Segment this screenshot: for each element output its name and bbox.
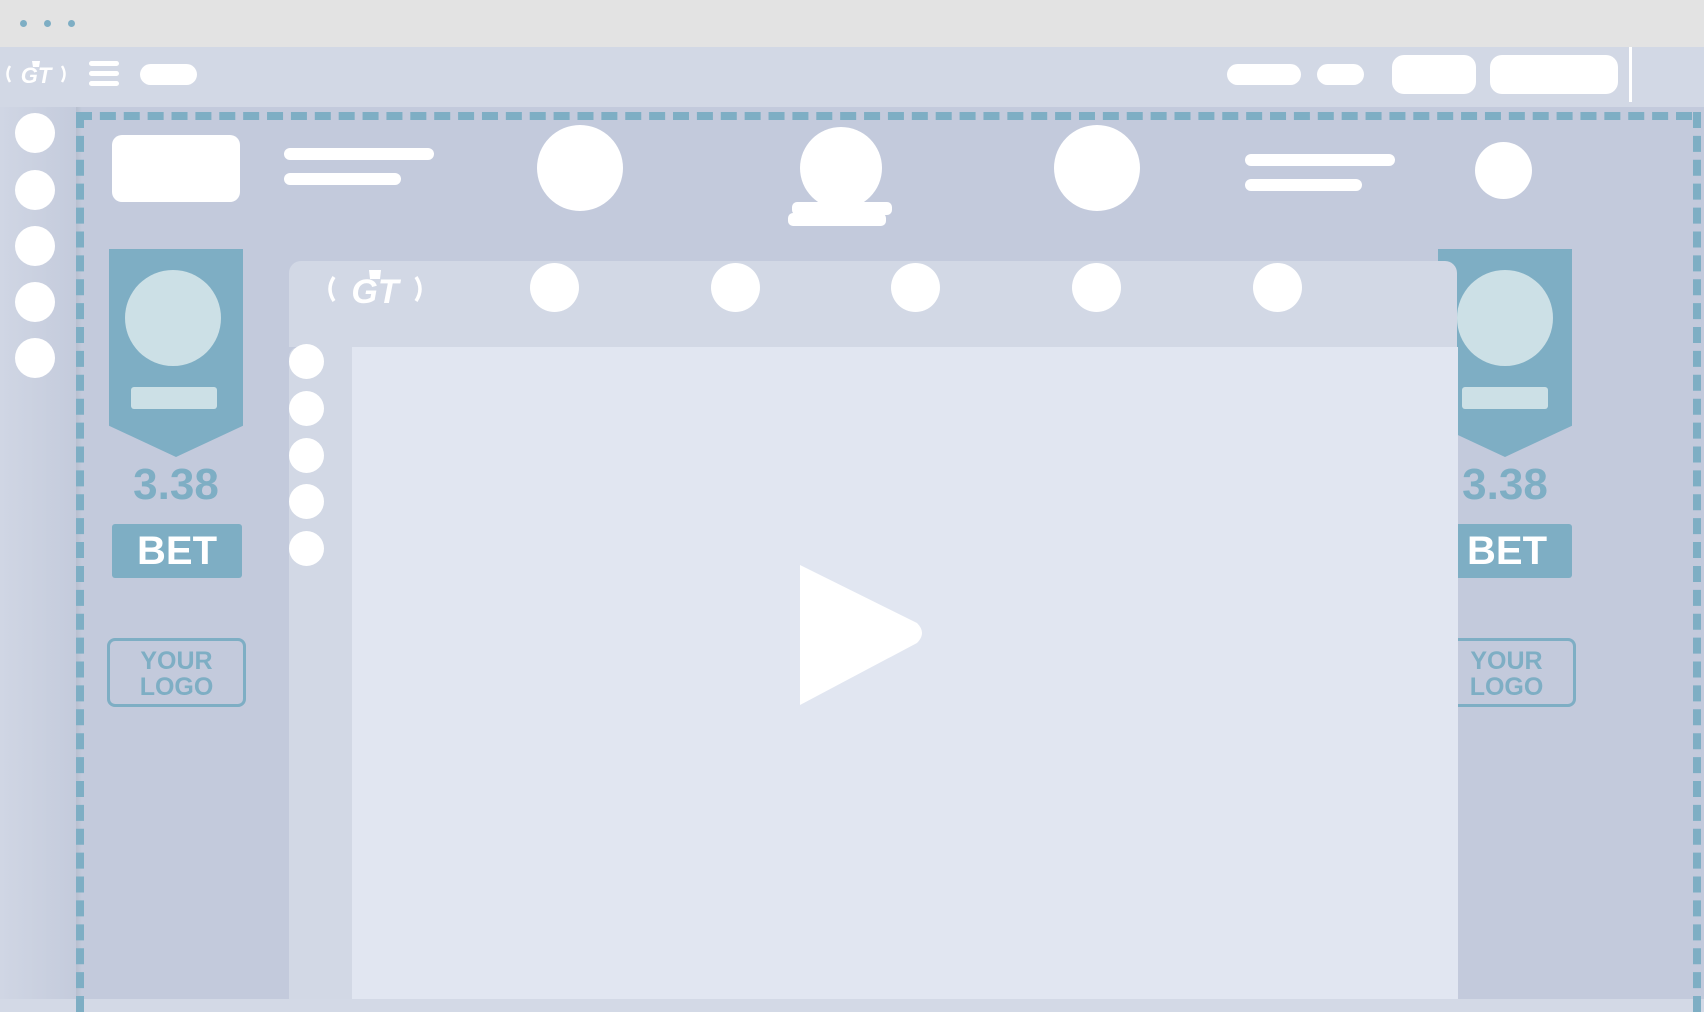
trophy-icon bbox=[788, 127, 892, 227]
stream-tab-2[interactable] bbox=[711, 263, 760, 312]
left-bet-button[interactable]: BET bbox=[112, 524, 242, 578]
stream-tool-1[interactable] bbox=[289, 344, 324, 379]
left-team-label-bar bbox=[131, 387, 217, 409]
sidebar-icon-3[interactable] bbox=[15, 226, 55, 266]
stream-tool-5[interactable] bbox=[289, 531, 324, 566]
nav-link-placeholder-1[interactable] bbox=[1227, 64, 1301, 85]
right-sponsor-logo-line2: LOGO bbox=[1469, 673, 1544, 701]
window-dot-close[interactable] bbox=[20, 20, 27, 27]
team-name-line-4 bbox=[1245, 179, 1362, 191]
team-name-line-1 bbox=[284, 148, 434, 160]
left-team-avatar bbox=[125, 270, 221, 366]
stream-tool-3[interactable] bbox=[289, 438, 324, 473]
stream-tool-2[interactable] bbox=[289, 391, 324, 426]
settings-circle-button[interactable] bbox=[1475, 142, 1532, 199]
left-sponsor-logo[interactable]: YOUR LOGO bbox=[107, 638, 246, 707]
nav-pill-button[interactable] bbox=[140, 64, 197, 85]
window-dot-maximize[interactable] bbox=[68, 20, 75, 27]
stream-tab-1[interactable] bbox=[530, 263, 579, 312]
window-dot-minimize[interactable] bbox=[44, 20, 51, 27]
window-chrome bbox=[0, 0, 1704, 47]
match-info-box bbox=[112, 135, 240, 202]
right-sponsor-logo-line1: YOUR bbox=[1470, 647, 1543, 675]
team-name-line-3 bbox=[1245, 154, 1395, 166]
right-bet-button[interactable]: BET bbox=[1442, 524, 1572, 578]
team-logo-away bbox=[1054, 125, 1140, 211]
stream-tab-5[interactable] bbox=[1253, 263, 1302, 312]
stream-tab-3[interactable] bbox=[891, 263, 940, 312]
left-sponsor-logo-line2: LOGO bbox=[139, 673, 214, 701]
team-logo-home bbox=[537, 125, 623, 211]
left-odds: 3.38 bbox=[133, 460, 219, 509]
scrollbar-indicator bbox=[1629, 47, 1632, 102]
right-team-avatar bbox=[1457, 270, 1553, 366]
sidebar-icon-5[interactable] bbox=[15, 338, 55, 378]
ad-zone-border-right bbox=[1693, 112, 1701, 1012]
hamburger-icon[interactable] bbox=[89, 61, 119, 87]
play-icon[interactable] bbox=[797, 565, 927, 705]
gt-logo-icon: GT bbox=[6, 61, 66, 88]
stream-tab-4[interactable] bbox=[1072, 263, 1121, 312]
sidebar-icon-2[interactable] bbox=[15, 170, 55, 210]
login-button[interactable] bbox=[1392, 55, 1476, 94]
team-name-line-2 bbox=[284, 173, 401, 185]
gt-logo-icon: GT bbox=[328, 270, 422, 311]
left-sponsor-logo-line1: YOUR bbox=[140, 647, 213, 675]
stream-tool-4[interactable] bbox=[289, 484, 324, 519]
signup-button[interactable] bbox=[1490, 55, 1618, 94]
site-logo[interactable]: GT bbox=[4, 58, 68, 90]
sidebar-icon-1[interactable] bbox=[15, 113, 55, 153]
nav-link-placeholder-2[interactable] bbox=[1317, 64, 1364, 85]
stream-logo: GT bbox=[325, 267, 425, 311]
right-team-label-bar bbox=[1462, 387, 1548, 409]
sidebar-icon-4[interactable] bbox=[15, 282, 55, 322]
